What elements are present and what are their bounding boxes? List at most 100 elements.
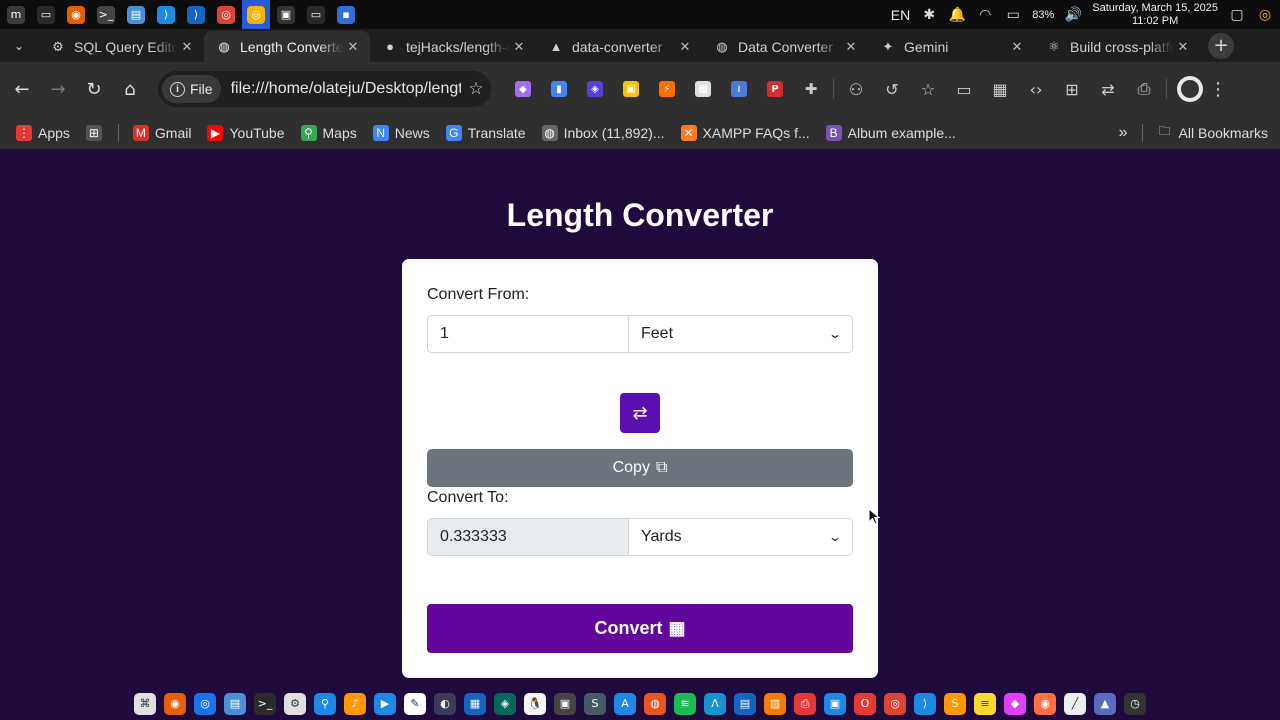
panel-launcher[interactable]: ▤ bbox=[122, 0, 150, 29]
profile-avatar[interactable] bbox=[1177, 76, 1203, 102]
app-icon[interactable]: ▣ bbox=[554, 692, 576, 715]
spotify-icon[interactable]: ≋ bbox=[674, 692, 696, 715]
editor-icon[interactable]: ✎ bbox=[404, 692, 426, 715]
browser-icon[interactable]: ◎ bbox=[194, 692, 216, 715]
app-icon[interactable]: ◉ bbox=[1034, 692, 1056, 715]
close-tab-icon[interactable]: ✕ bbox=[1008, 39, 1026, 55]
writer-icon[interactable]: ▤ bbox=[734, 692, 756, 715]
close-tab-icon[interactable]: ✕ bbox=[510, 39, 528, 55]
panel-launcher[interactable]: ◎ bbox=[242, 0, 270, 29]
bookmark-item[interactable]: B Album example... bbox=[825, 124, 956, 141]
browser-tab[interactable]: ⚛ Build cross-platform✕ bbox=[1034, 31, 1200, 62]
notes-icon[interactable]: ▦ bbox=[464, 692, 486, 715]
bookmark-item[interactable]: ⊞ bbox=[85, 124, 102, 141]
pen-icon[interactable]: ╱ bbox=[1064, 692, 1086, 715]
browser-tab[interactable]: ⚙ SQL Query Editor ✕ bbox=[38, 31, 204, 62]
toolbar-tool-button[interactable]: ↺ bbox=[874, 71, 910, 107]
toolbar-tool-button[interactable]: ☆ bbox=[910, 71, 946, 107]
search-icon[interactable]: ⚲ bbox=[314, 692, 336, 715]
back-button[interactable]: ← bbox=[4, 71, 40, 107]
extension-button[interactable]: P bbox=[757, 71, 793, 107]
copy-button[interactable]: Copy ⧉ bbox=[427, 449, 853, 487]
opera-icon[interactable]: O bbox=[854, 692, 876, 715]
bluetooth-icon[interactable]: ✱ bbox=[920, 6, 938, 24]
bookmark-item[interactable]: G Translate bbox=[445, 124, 526, 141]
app-icon[interactable]: S bbox=[584, 692, 606, 715]
bookmarks-overflow-icon[interactable]: » bbox=[1119, 124, 1128, 142]
battery-icon[interactable]: ▭ bbox=[1004, 6, 1022, 24]
panel-launcher[interactable]: >_ bbox=[92, 0, 120, 29]
app-icon[interactable]: ▣ bbox=[824, 692, 846, 715]
vscode-icon[interactable]: ⟩ bbox=[914, 692, 936, 715]
music-icon[interactable]: ♪ bbox=[344, 692, 366, 715]
panel-launcher[interactable]: ◉ bbox=[62, 0, 90, 29]
from-unit-select[interactable]: Feet ⌄ bbox=[629, 316, 852, 352]
app-icon[interactable]: ▨ bbox=[764, 692, 786, 715]
browser-tab[interactable]: ◍ Data Converter ✕ bbox=[702, 31, 868, 62]
url-text[interactable]: file:///home/olateju/Desktop/length-conv… bbox=[231, 80, 461, 98]
bookmark-item[interactable]: ✕ XAMPP FAQs f... bbox=[680, 124, 810, 141]
browser-menu-icon[interactable]: ⋮ bbox=[1203, 79, 1233, 100]
volume-icon[interactable]: 🔊 bbox=[1064, 6, 1082, 24]
close-tab-icon[interactable]: ✕ bbox=[178, 39, 196, 55]
extension-button[interactable]: ▦ bbox=[685, 71, 721, 107]
extension-button[interactable]: ▮ bbox=[541, 71, 577, 107]
bookmark-item[interactable]: ◍ Inbox (11,892)... bbox=[541, 124, 665, 141]
pdf-icon[interactable]: ⎙ bbox=[794, 692, 816, 715]
linux-icon[interactable]: 🐧 bbox=[524, 692, 546, 715]
clock-icon[interactable]: ◷ bbox=[1124, 692, 1146, 715]
terminal-icon[interactable]: >_ bbox=[254, 692, 276, 715]
extension-button[interactable]: ⚡ bbox=[649, 71, 685, 107]
close-tab-icon[interactable]: ✕ bbox=[1174, 39, 1192, 55]
panel-launcher[interactable]: ▭ bbox=[32, 0, 60, 29]
extension-button[interactable]: ▣ bbox=[613, 71, 649, 107]
toolbar-tool-button[interactable]: ▦ bbox=[982, 71, 1018, 107]
firefox-icon[interactable]: ◉ bbox=[164, 692, 186, 715]
close-tab-icon[interactable]: ✕ bbox=[344, 39, 362, 55]
home-button[interactable]: ⌂ bbox=[112, 71, 148, 107]
files-icon[interactable]: ▤ bbox=[224, 692, 246, 715]
panel-launcher[interactable]: ▪ bbox=[332, 0, 360, 29]
toolbar-tool-button[interactable]: ⇄ bbox=[1090, 71, 1126, 107]
browser-tab[interactable]: ◍ Length Converter ✕ bbox=[204, 31, 370, 62]
bookmark-item[interactable]: M Gmail bbox=[132, 124, 191, 141]
video-icon[interactable]: ▶ bbox=[374, 692, 396, 715]
address-bar[interactable]: i File file:///home/olateju/Desktop/leng… bbox=[158, 71, 491, 107]
panel-launcher[interactable]: ⟩ bbox=[182, 0, 210, 29]
extension-button[interactable]: ≀ bbox=[721, 71, 757, 107]
close-tab-icon[interactable]: ✕ bbox=[676, 39, 694, 55]
forward-button[interactable]: → bbox=[40, 71, 76, 107]
extension-button[interactable]: ◆ bbox=[505, 71, 541, 107]
reload-button[interactable]: ↻ bbox=[76, 71, 112, 107]
panel-launcher[interactable]: ▣ bbox=[272, 0, 300, 29]
ubuntu-icon[interactable]: ◍ bbox=[644, 692, 666, 715]
extension-button[interactable]: ✚ bbox=[793, 71, 829, 107]
notifications-bell-icon[interactable]: 🔔 bbox=[948, 6, 966, 24]
panel-launcher[interactable]: m bbox=[2, 0, 30, 29]
toolbar-tool-button[interactable]: ‹› bbox=[1018, 71, 1054, 107]
panel-launcher[interactable]: ⟩ bbox=[152, 0, 180, 29]
workspace-icon[interactable]: ▢ bbox=[1228, 6, 1246, 24]
toolbar-tool-button[interactable]: ⊞ bbox=[1054, 71, 1090, 107]
toolbar-tool-button[interactable]: ▭ bbox=[946, 71, 982, 107]
convert-button[interactable]: Convert ▦ bbox=[427, 604, 853, 653]
all-bookmarks-button[interactable]: 🗀 All Bookmarks bbox=[1157, 124, 1268, 141]
browser-tab[interactable]: ✦ Gemini ✕ bbox=[868, 31, 1034, 62]
chrome-tray-icon[interactable]: ◎ bbox=[1256, 6, 1274, 24]
eclipse-icon[interactable]: ◐ bbox=[434, 692, 456, 715]
tab-search-chevron-icon[interactable]: ⌄ bbox=[0, 29, 38, 62]
panel-launcher[interactable]: ◎ bbox=[212, 0, 240, 29]
to-unit-select[interactable]: Yards ⌄ bbox=[629, 519, 852, 555]
arch-icon[interactable]: Λ bbox=[704, 692, 726, 715]
panel-launcher[interactable]: ▭ bbox=[302, 0, 330, 29]
toolbar-tool-button[interactable]: ⎙ bbox=[1126, 71, 1162, 107]
wifi-icon[interactable]: ◠ bbox=[976, 6, 994, 24]
bookmark-item[interactable]: ⋮ Apps bbox=[16, 124, 70, 141]
vpn-icon[interactable]: ◈ bbox=[494, 692, 516, 715]
gradient-icon[interactable]: ◆ bbox=[1004, 692, 1026, 715]
result-value-field[interactable]: 0.333333 bbox=[428, 519, 629, 555]
site-info-chip[interactable]: i File bbox=[162, 75, 221, 103]
keyboard-layout-indicator[interactable]: EN bbox=[891, 7, 910, 23]
browser-tab[interactable]: ▲ data-converter ✕ bbox=[536, 31, 702, 62]
toolbar-tool-button[interactable]: ⚇ bbox=[838, 71, 874, 107]
